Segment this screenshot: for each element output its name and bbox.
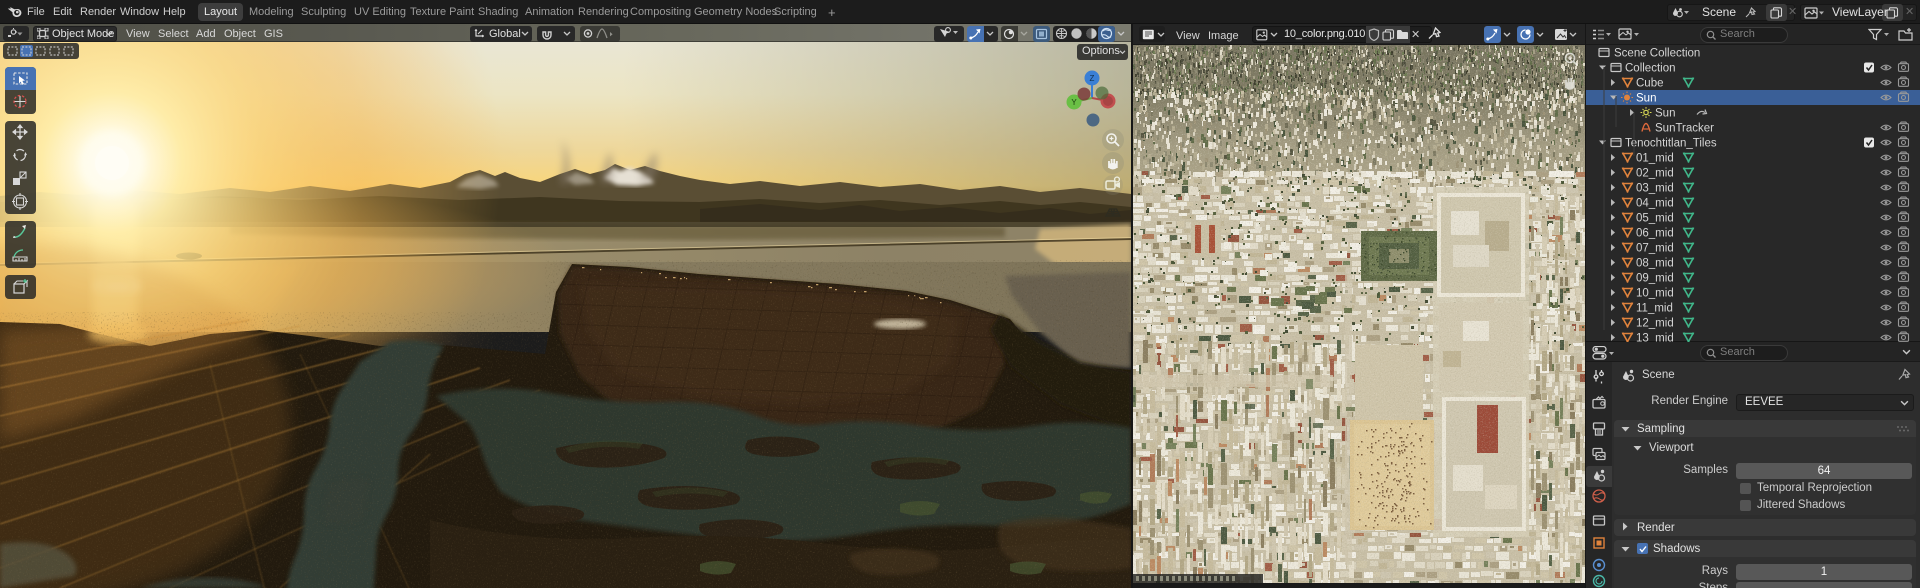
svg-text:SunTracker: SunTracker: [1655, 123, 1714, 135]
svg-text:07_mid: 07_mid: [1636, 243, 1674, 255]
svg-text:02_mid: 02_mid: [1636, 168, 1674, 180]
svg-text:13_mid: 13_mid: [1636, 333, 1674, 343]
svg-text:Tenochtitlan_Tiles: Tenochtitlan_Tiles: [1625, 138, 1717, 150]
svg-text:03_mid: 03_mid: [1636, 183, 1674, 195]
svg-text:Scene Collection: Scene Collection: [1614, 48, 1700, 60]
svg-text:11_mid: 11_mid: [1636, 303, 1673, 315]
svg-text:04_mid: 04_mid: [1636, 198, 1674, 210]
svg-text:Z: Z: [1090, 74, 1095, 83]
svg-text:Cube: Cube: [1636, 78, 1664, 90]
svg-text:06_mid: 06_mid: [1636, 228, 1674, 240]
svg-text:12_mid: 12_mid: [1636, 318, 1674, 330]
svg-text:05_mid: 05_mid: [1636, 213, 1674, 225]
svg-text:01_mid: 01_mid: [1636, 153, 1674, 165]
svg-text:09_mid: 09_mid: [1636, 273, 1674, 285]
svg-text:Sun: Sun: [1636, 93, 1656, 105]
svg-text:08_mid: 08_mid: [1636, 258, 1674, 270]
svg-text:Collection: Collection: [1625, 63, 1676, 75]
svg-text:10_mid: 10_mid: [1636, 288, 1674, 300]
svg-text:Sun: Sun: [1655, 108, 1675, 120]
svg-text:Y: Y: [1071, 98, 1077, 107]
